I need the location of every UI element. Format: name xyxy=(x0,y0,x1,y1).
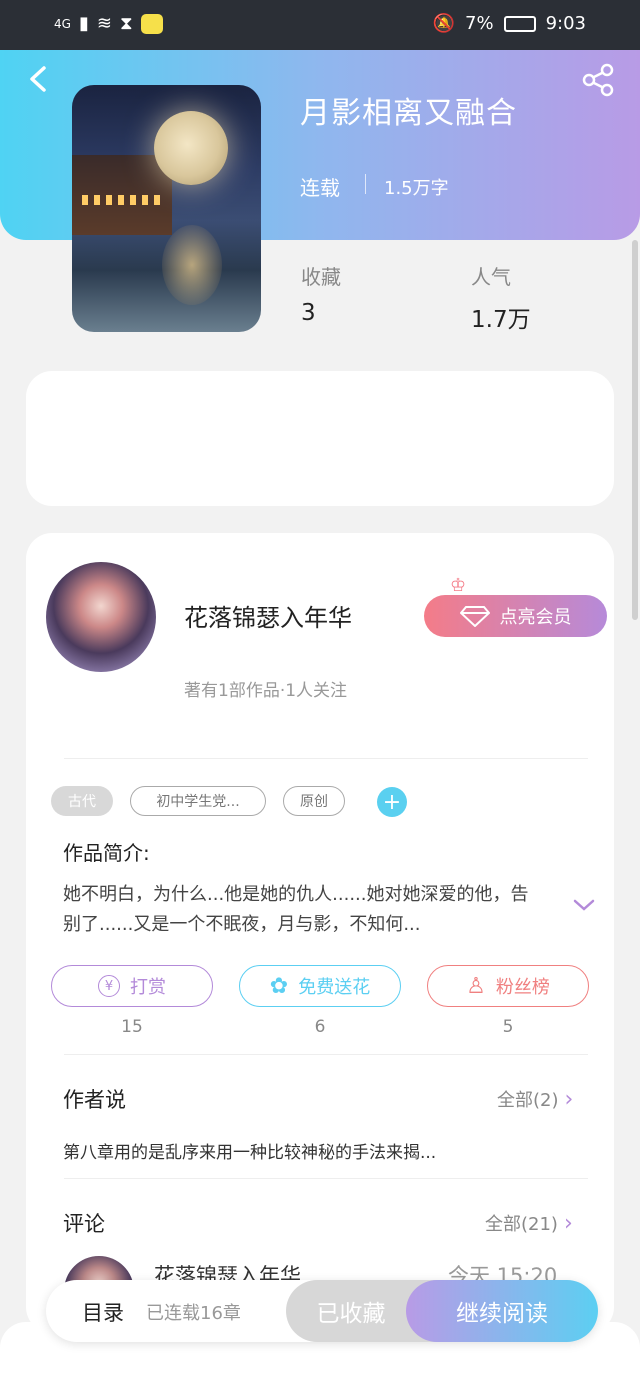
toc-button[interactable]: 目录 xyxy=(82,1297,124,1327)
author-says-title: 作者说 xyxy=(63,1088,126,1112)
tag-era[interactable]: 古代 xyxy=(51,786,113,816)
battery-percent: 7% xyxy=(465,13,494,34)
hourglass-icon: ⧗ xyxy=(119,13,133,34)
cover-moon xyxy=(154,111,228,185)
stat-favorites-value: 3 xyxy=(301,300,316,326)
author-says-snippet[interactable]: 第八章用的是乱序来用一种比较神秘的手法来揭... xyxy=(63,1138,436,1163)
diamond-icon xyxy=(459,606,490,627)
cover-moon-reflection xyxy=(162,225,222,305)
comments-more[interactable]: 全部(21) › xyxy=(485,1210,573,1236)
author-says-more[interactable]: 全部(2) › xyxy=(497,1086,573,1112)
flower-icon: ✿ xyxy=(269,973,289,999)
status-right: 🔕 7% 9:03 xyxy=(433,13,586,34)
comments-more-label: 全部(21) xyxy=(485,1214,558,1235)
word-count: 1.5万字 xyxy=(384,178,449,199)
fan-rank-button[interactable]: ♙ 粉丝榜 xyxy=(427,965,589,1007)
continue-reading-button[interactable]: 继续阅读 xyxy=(406,1280,598,1342)
divider xyxy=(365,174,366,194)
signal-icon: ▮ xyxy=(78,13,89,34)
intro-text[interactable]: 她不明白，为什么...他是她的仇人......她对她深爱的他，告别了......… xyxy=(63,880,543,940)
tag-original[interactable]: 原创 xyxy=(283,786,345,816)
comments-title: 评论 xyxy=(63,1212,105,1236)
tip-count: 15 xyxy=(121,1017,143,1037)
fan-count: 5 xyxy=(502,1017,514,1037)
chevron-right-icon: › xyxy=(564,1086,574,1112)
fan-rank-label: 粉丝榜 xyxy=(495,977,550,998)
tag-audience[interactable]: 初中学生党... xyxy=(130,786,266,816)
network-type: 4G xyxy=(54,16,71,31)
flower-count: 6 xyxy=(314,1017,326,1037)
battery-icon xyxy=(503,15,536,32)
book-status: 连载 xyxy=(300,176,340,200)
divider xyxy=(64,1054,588,1055)
send-flower-label: 免费送花 xyxy=(298,977,371,998)
chevron-right-icon: › xyxy=(563,1210,573,1236)
chevron-down-icon[interactable] xyxy=(572,895,596,915)
wifi-icon: ≋ xyxy=(96,13,112,34)
send-flower-button[interactable]: ✿ 免费送花 xyxy=(239,965,401,1007)
tip-button[interactable]: ¥ 打赏 xyxy=(51,965,213,1007)
intro-title: 作品简介: xyxy=(63,841,150,865)
share-icon[interactable] xyxy=(580,62,616,98)
stat-favorites-label: 收藏 xyxy=(301,265,341,289)
add-tag-icon[interactable]: + xyxy=(377,787,407,817)
blank-card xyxy=(26,371,614,506)
crown-icon: ♔ xyxy=(450,575,467,596)
vip-button[interactable]: 点亮会员 xyxy=(424,595,607,637)
author-name[interactable]: 花落锦瑟入年华 xyxy=(184,598,352,633)
clock: 9:03 xyxy=(545,13,586,34)
scrollbar[interactable] xyxy=(632,240,638,620)
back-icon[interactable] xyxy=(24,62,54,96)
coin-icon: ¥ xyxy=(98,975,120,997)
fan-icon: ♙ xyxy=(466,973,486,999)
author-meta: 著有1部作品·1人关注 xyxy=(184,681,348,701)
book-title: 月影相离又融合 xyxy=(300,96,517,131)
app-notification-icon xyxy=(140,13,163,34)
author-avatar[interactable] xyxy=(46,562,156,672)
divider xyxy=(64,1178,588,1179)
book-cover[interactable] xyxy=(72,85,261,332)
cover-buildings xyxy=(72,155,172,235)
tip-label: 打赏 xyxy=(130,977,166,998)
status-left: 4G ▮ ≋ ⧗ xyxy=(54,13,163,34)
mute-bell-icon: 🔕 xyxy=(432,13,456,34)
stat-popularity-value: 1.7万 xyxy=(471,307,531,333)
status-bar: 4G ▮ ≋ ⧗ 🔕 7% 9:03 xyxy=(0,0,640,50)
divider xyxy=(64,758,588,759)
chapter-count[interactable]: 已连载16章 xyxy=(146,1299,241,1325)
stat-popularity-label: 人气 xyxy=(471,265,511,289)
author-says-more-label: 全部(2) xyxy=(497,1090,559,1111)
vip-button-label: 点亮会员 xyxy=(499,607,572,628)
